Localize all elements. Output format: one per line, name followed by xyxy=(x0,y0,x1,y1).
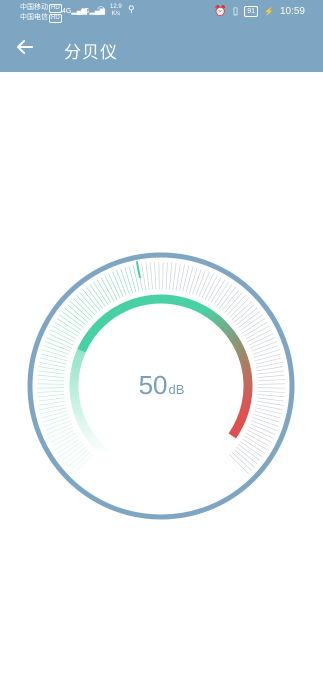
decibel-readout: 50dB xyxy=(0,370,323,401)
bolt-icon: ⚡ xyxy=(264,7,274,16)
gauge-tick xyxy=(254,353,281,362)
hd-badge-1: HD xyxy=(49,4,62,13)
gauge-tick xyxy=(61,444,84,461)
app-header: 中国移动 HD 中国电信 HD 4G▂▄▆ 4G▂▄▆ ◠ 12.9 K/s ⚲ ⏰… xyxy=(0,0,323,72)
gauge-arc-quiet xyxy=(69,347,111,459)
gauge-tick xyxy=(64,446,86,465)
gauge-tick xyxy=(253,414,280,423)
gauge-tick xyxy=(120,268,130,295)
gauge-tick xyxy=(229,298,249,318)
battery-level: 91 xyxy=(244,6,258,17)
carrier-2: 中国电信 xyxy=(20,14,48,21)
gauge-tick xyxy=(224,292,243,313)
gauge-tick xyxy=(67,304,88,323)
status-right: ⏰ ▯ 91 ⚡ 10:59 xyxy=(214,6,305,17)
vibrate-icon: ▯ xyxy=(232,6,239,17)
gauge-tick xyxy=(240,441,263,458)
gauge-tick xyxy=(234,304,255,323)
gauge-tick xyxy=(64,307,86,326)
gauge-tick xyxy=(59,441,82,458)
gauge-tick xyxy=(86,286,103,309)
carrier-1: 中国移动 xyxy=(20,4,48,11)
decibel-unit: dB xyxy=(168,382,185,397)
gauge-tick xyxy=(169,262,173,290)
gauge-tick xyxy=(236,446,258,465)
gauge-tick xyxy=(116,270,127,296)
gauge-tick xyxy=(124,267,133,294)
gauge-tick xyxy=(229,454,249,474)
gauge-tick xyxy=(67,449,88,468)
gauge-arc-mid xyxy=(77,294,207,353)
gauge-tick xyxy=(189,267,198,294)
network-type-1: 4G xyxy=(62,8,72,15)
gauge-tick xyxy=(128,266,137,293)
gauge-tick xyxy=(79,292,98,313)
arrow-left-icon[interactable] xyxy=(14,36,36,58)
gauge-tick xyxy=(219,286,236,309)
gauge-tick xyxy=(254,410,281,419)
gauge-tick xyxy=(43,345,70,355)
gauge-tick xyxy=(59,314,82,331)
gauge-tick xyxy=(185,266,194,293)
gauge-tick xyxy=(73,454,93,474)
nav-bar: 分贝仪 xyxy=(0,24,323,72)
gauge-tick xyxy=(195,270,206,296)
gauge-tick xyxy=(236,307,258,326)
gauge-tick xyxy=(175,263,181,291)
decibel-value: 50 xyxy=(138,370,168,400)
gauge-tick xyxy=(149,262,153,290)
gauge-tick xyxy=(42,349,69,358)
carrier-info: 中国移动 HD 中国电信 HD xyxy=(20,3,62,23)
page-title: 分贝仪 xyxy=(64,43,118,62)
gauge-tick xyxy=(251,341,277,352)
gauge-tick xyxy=(256,400,284,406)
gauge-tick xyxy=(165,262,168,290)
gauge-tick xyxy=(216,284,233,307)
gauge-tick xyxy=(238,311,261,328)
network-type-2: 4G xyxy=(80,8,90,15)
hd-badge-2: HD xyxy=(49,14,62,23)
speed-value: 12.9 xyxy=(110,4,122,10)
gauge-tick xyxy=(145,262,150,290)
gauge-level-indicator xyxy=(135,261,141,279)
gauge-tick xyxy=(221,289,240,311)
gauge-tick xyxy=(43,417,70,427)
gauge-tick xyxy=(231,451,252,471)
gauge-tick xyxy=(252,345,279,355)
gauge-tick xyxy=(89,284,106,307)
gauge-tick xyxy=(251,420,277,431)
gauge-tick xyxy=(234,449,255,468)
gauge-tick xyxy=(38,400,66,406)
gauge-tick xyxy=(82,289,101,311)
status-bar: 中国移动 HD 中国电信 HD 4G▂▄▆ 4G▂▄▆ ◠ 12.9 K/s ⚲ ⏰… xyxy=(0,0,323,24)
gauge-tick xyxy=(70,451,91,471)
gauge-tick xyxy=(240,314,263,331)
gauge-tick xyxy=(154,262,157,290)
search-icon: ⚲ xyxy=(128,4,135,14)
gauge-tick xyxy=(45,420,71,431)
gauge-tick xyxy=(253,349,280,358)
gauge-tick xyxy=(252,417,279,427)
gauge-tick xyxy=(73,298,93,318)
gauge-tick xyxy=(192,268,202,295)
network-speed: 12.9 K/s xyxy=(110,4,122,18)
gauge-tick xyxy=(238,444,261,461)
gauge-tick xyxy=(70,301,91,321)
gauge-tick xyxy=(172,262,177,290)
alarm-icon: ⏰ xyxy=(214,6,227,17)
speed-unit: K/s xyxy=(111,11,121,17)
gauge-tick xyxy=(41,410,68,419)
gauge-tick xyxy=(41,353,68,362)
gauge-tick xyxy=(231,301,252,321)
gauge-tick xyxy=(226,295,246,316)
gauge-tick xyxy=(42,414,69,423)
wifi-icon: ◠ xyxy=(97,4,105,14)
gauge-tick xyxy=(61,311,84,328)
gauge-tick xyxy=(76,295,96,316)
gauge-tick xyxy=(45,341,71,352)
clock: 10:59 xyxy=(279,6,305,17)
gauge-tick xyxy=(141,263,147,291)
